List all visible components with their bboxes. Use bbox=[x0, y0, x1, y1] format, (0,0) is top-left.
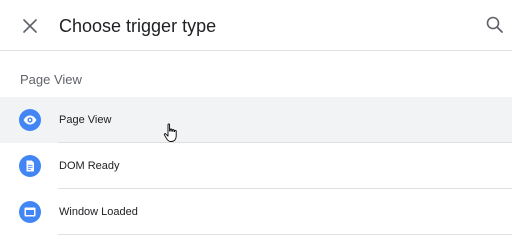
page-title: Choose trigger type bbox=[59, 16, 217, 36]
trigger-item-label: DOM Ready bbox=[59, 160, 120, 172]
trigger-type-panel: Choose trigger type Page View Page View bbox=[0, 0, 512, 235]
trigger-item-page-view[interactable]: Page View bbox=[0, 97, 512, 143]
panel-header: Choose trigger type bbox=[0, 0, 512, 51]
trigger-item-label: Page View bbox=[59, 114, 112, 126]
trigger-item-dom-ready[interactable]: DOM Ready bbox=[0, 143, 512, 189]
search-icon bbox=[486, 16, 503, 33]
document-icon bbox=[19, 155, 41, 177]
close-button[interactable] bbox=[18, 14, 42, 38]
section-label: Page View bbox=[20, 72, 82, 87]
item-divider bbox=[58, 234, 512, 235]
window-icon bbox=[19, 201, 41, 223]
trigger-item-window-loaded[interactable]: Window Loaded bbox=[0, 189, 512, 235]
close-icon bbox=[23, 19, 37, 33]
trigger-item-label: Window Loaded bbox=[59, 206, 138, 218]
search-button[interactable] bbox=[484, 14, 506, 36]
eye-icon bbox=[19, 109, 41, 131]
